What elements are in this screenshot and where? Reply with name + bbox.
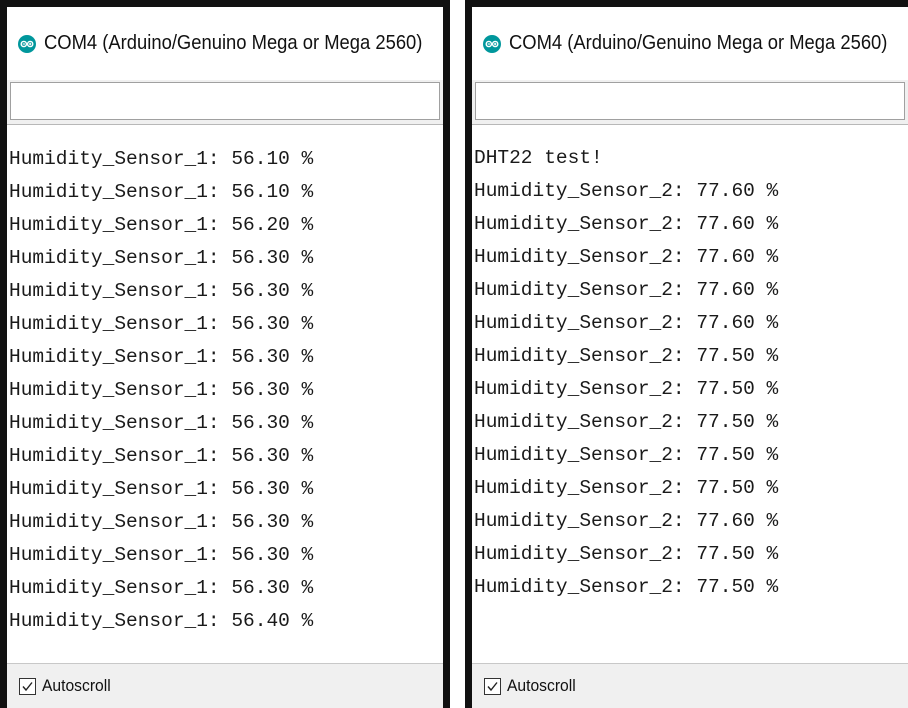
title-bar: COM4 (Arduino/Genuino Mega or Mega 2560) xyxy=(472,7,908,80)
footer-bar: Autoscroll xyxy=(472,663,908,708)
checkmark-icon xyxy=(22,681,33,691)
output-line: Humidity_Sensor_1: 56.10 % xyxy=(9,181,314,203)
title-bar: COM4 (Arduino/Genuino Mega or Mega 2560) xyxy=(7,7,443,80)
output-line: Humidity_Sensor_1: 56.30 % xyxy=(9,544,314,566)
autoscroll-label: Autoscroll xyxy=(507,676,576,695)
serial-monitor-window-1: COM4 (Arduino/Genuino Mega or Mega 2560)… xyxy=(0,0,450,708)
autoscroll-checkbox[interactable] xyxy=(19,677,36,695)
partial-output-line: Humidity_Sensor_1: 56.10 % xyxy=(9,125,313,132)
output-line: Humidity_Sensor_1: 56.10 % xyxy=(9,148,314,170)
output-line: Humidity_Sensor_1: 56.30 % xyxy=(9,577,314,599)
arduino-icon xyxy=(18,34,36,53)
output-line: Humidity_Sensor_1: 56.30 % xyxy=(9,247,314,269)
checkmark-icon xyxy=(487,681,498,691)
window-title: COM4 (Arduino/Genuino Mega or Mega 2560) xyxy=(509,32,888,54)
serial-output[interactable]: DHT22 test! Humidity_Sensor_2: 77.60 % Hum… xyxy=(472,124,908,665)
output-line: DHT22 test! xyxy=(474,147,603,169)
send-bar xyxy=(7,80,443,124)
arduino-icon xyxy=(483,34,501,53)
output-line: Humidity_Sensor_1: 56.30 % xyxy=(9,412,314,434)
output-line: Humidity_Sensor_1: 56.30 % xyxy=(9,379,314,401)
serial-monitor-window-2: COM4 (Arduino/Genuino Mega or Mega 2560)… xyxy=(465,0,908,708)
serial-output[interactable]: Humidity_Sensor_1: 56.10 % Humidity_Sens… xyxy=(7,124,443,665)
output-line: Humidity_Sensor_2: 77.50 % xyxy=(474,345,779,367)
output-line: Humidity_Sensor_2: 77.50 % xyxy=(474,411,779,433)
send-input[interactable] xyxy=(475,82,905,120)
window-title: COM4 (Arduino/Genuino Mega or Mega 2560) xyxy=(44,32,423,54)
output-line: Humidity_Sensor_2: 77.50 % xyxy=(474,543,779,565)
output-line: Humidity_Sensor_1: 56.40 % xyxy=(9,610,314,632)
output-line: Humidity_Sensor_1: 56.30 % xyxy=(9,445,314,467)
output-line: Humidity_Sensor_1: 56.20 % xyxy=(9,214,314,236)
send-bar xyxy=(472,80,908,124)
output-line: Humidity_Sensor_2: 77.60 % xyxy=(474,180,779,202)
output-line: Humidity_Sensor_2: 77.50 % xyxy=(474,378,779,400)
output-line: Humidity_Sensor_2: 77.50 % xyxy=(474,477,779,499)
output-line: Humidity_Sensor_1: 56.30 % xyxy=(9,280,314,302)
output-line: Humidity_Sensor_1: 56.30 % xyxy=(9,478,314,500)
footer-bar: Autoscroll xyxy=(7,663,443,708)
output-line: Humidity_Sensor_2: 77.60 % xyxy=(474,279,779,301)
output-line: Humidity_Sensor_2: 77.60 % xyxy=(474,246,779,268)
output-line: Humidity_Sensor_2: 77.60 % xyxy=(474,312,779,334)
autoscroll-checkbox[interactable] xyxy=(484,677,501,695)
autoscroll-label: Autoscroll xyxy=(42,676,111,695)
output-line: Humidity_Sensor_1: 56.30 % xyxy=(9,346,314,368)
output-line: Humidity_Sensor_2: 77.60 % xyxy=(474,510,779,532)
output-line: Humidity_Sensor_2: 77.50 % xyxy=(474,444,779,466)
output-line: Humidity_Sensor_2: 77.60 % xyxy=(474,213,779,235)
output-line: Humidity_Sensor_2: 77.50 % xyxy=(474,576,779,598)
output-line: Humidity_Sensor_1: 56.30 % xyxy=(9,511,314,533)
send-input[interactable] xyxy=(10,82,440,120)
output-line: Humidity_Sensor_1: 56.30 % xyxy=(9,313,314,335)
